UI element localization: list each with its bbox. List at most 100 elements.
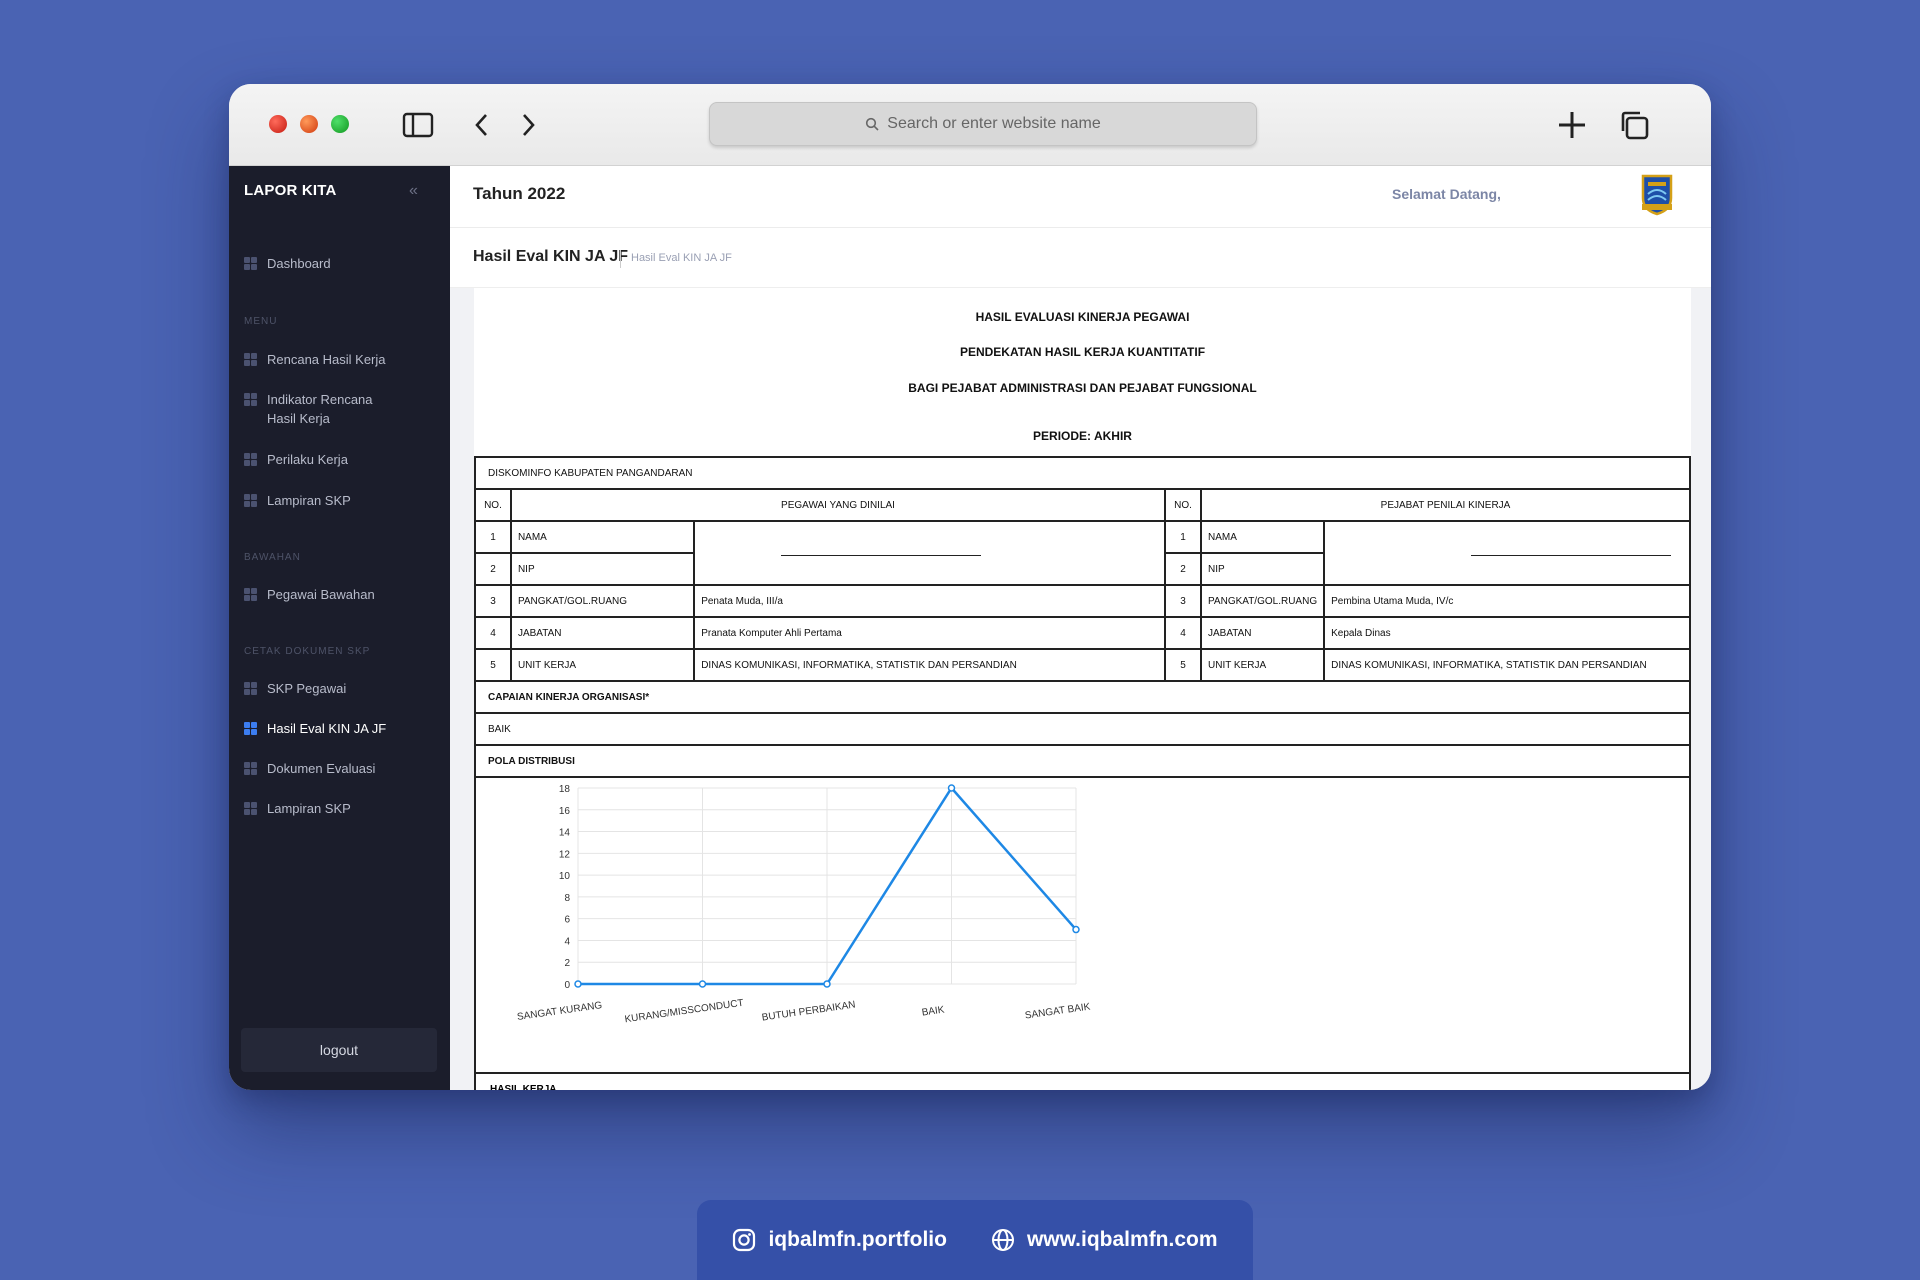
page-title: Hasil Eval KIN JA JF: [473, 248, 629, 265]
page-header: Hasil Eval KIN JA JF Hasil Eval KIN JA J…: [450, 228, 1711, 288]
regency-crest-icon[interactable]: [1640, 172, 1674, 216]
grid-icon: [244, 353, 257, 366]
address-bar[interactable]: Search or enter website name: [709, 102, 1257, 146]
row-label: JABATAN: [1199, 616, 1326, 650]
doc-title: HASIL EVALUASI KINERJA PEGAWAI: [975, 310, 1190, 324]
signature-line: [1471, 554, 1672, 556]
hasil-kerja-label: HASIL KERJA: [474, 1072, 1691, 1090]
row-no: 3: [1164, 584, 1202, 618]
row-value: Kepala Dinas: [1323, 616, 1691, 650]
website-url: www.iqbalmfn.com: [1026, 1228, 1218, 1251]
forward-arrow-icon[interactable]: [511, 108, 545, 142]
row-label: PANGKAT/GOL.RUANG: [509, 584, 696, 618]
evaluation-table: DISKOMINFO KABUPATEN PANGANDARAN NO. PEG…: [474, 456, 1691, 778]
distribution-chart-container: 0 2 4 6 8 10 12 14 16 18 SANGAT KURANG KURANG/MISSC…: [474, 772, 1691, 1072]
table-row: 4 JABATAN Pranata Komputer Ahli Pertama …: [474, 616, 1691, 650]
row-value: Pranata Komputer Ahli Pertama: [693, 616, 1167, 650]
grid-icon: [244, 762, 257, 775]
sidebar-item-hasil-eval[interactable]: Hasil Eval KIN JA JF: [244, 719, 444, 738]
row-label: UNIT KERJA: [509, 648, 696, 682]
grid-icon: [244, 393, 257, 406]
chart-x-tick-label: BAIK: [921, 1004, 945, 1018]
sidebar-item-label: Rencana Hasil Kerja: [267, 352, 386, 367]
row-value: DINAS KOMUNIKASI, INFORMATIKA, STATISTIK…: [1323, 648, 1691, 682]
sidebar-item-dokumen-evaluasi[interactable]: Dokumen Evaluasi: [244, 759, 444, 778]
chart-y-tick-label: 0: [564, 980, 570, 991]
year-label: Tahun 2022: [473, 184, 566, 203]
brand-logo: LAPOR KITA: [244, 182, 337, 199]
address-placeholder: Search or enter website name: [887, 115, 1101, 132]
row-no: 4: [1164, 616, 1202, 650]
sidebar-item-lampiran-skp-2[interactable]: Lampiran SKP: [244, 799, 444, 818]
doc-subtitle-2: BAGI PEJABAT ADMINISTRASI DAN PEJABAT FU…: [908, 381, 1257, 395]
chart-data-point: [698, 980, 707, 988]
col-pejabat: PEJABAT PENILAI KINERJA: [1200, 488, 1691, 522]
sidebar-item-dashboard[interactable]: Dashboard: [244, 254, 444, 273]
search-icon: [866, 117, 879, 131]
section-cetak-dokumen: CETAK DOKUMEN SKP: [244, 646, 371, 657]
chart-x-tick-label: KURANG/MISSCONDUCT: [624, 998, 744, 1026]
sidebar-item-perilaku-kerja[interactable]: Perilaku Kerja: [244, 450, 444, 469]
welcome-text: Selamat Datang,: [1392, 186, 1501, 202]
doc-subtitle: PENDEKATAN HASIL KERJA KUANTITATIF: [959, 345, 1206, 359]
sidebar-item-lampiran-skp[interactable]: Lampiran SKP: [244, 491, 444, 510]
row-label: NAMA: [509, 520, 696, 554]
minimize-window-button[interactable]: [300, 115, 318, 133]
instagram-link[interactable]: iqbalmfn.portfolio: [732, 1228, 947, 1252]
sidebar-item-skp-pegawai[interactable]: SKP Pegawai: [244, 679, 444, 698]
sidebar-item-label: Dokumen Evaluasi: [267, 761, 376, 776]
chart-data-point: [947, 784, 956, 792]
sidebar-item-pegawai-bawahan[interactable]: Pegawai Bawahan: [244, 585, 444, 604]
row-no: 2: [1164, 552, 1202, 586]
portfolio-footer: iqbalmfn.portfolio www.iqbalmfn.com: [697, 1200, 1253, 1280]
col-no: NO.: [474, 488, 512, 522]
row-no: 1: [1164, 520, 1202, 554]
top-bar: Tahun 2022 Selamat Datang,: [450, 166, 1711, 228]
sidebar-item-label: Hasil Eval KIN JA JF: [267, 721, 387, 736]
globe-icon: [991, 1229, 1014, 1251]
new-tab-icon[interactable]: [1555, 108, 1589, 142]
grid-icon: [244, 494, 257, 507]
website-link[interactable]: www.iqbalmfn.com: [991, 1228, 1218, 1252]
toggle-icon: [244, 257, 257, 270]
chart-y-tick-label: 18: [559, 784, 571, 795]
browser-toolbar: Search or enter website name: [229, 84, 1711, 166]
browser-window: Search or enter website name LAPOR KITA …: [229, 84, 1711, 1090]
tabs-overview-icon[interactable]: [1617, 108, 1651, 142]
collapse-sidebar-icon[interactable]: «: [409, 182, 418, 200]
sidebar-item-rencana-hasil-kerja[interactable]: Rencana Hasil Kerja: [244, 350, 444, 369]
row-value: DINAS KOMUNIKASI, INFORMATIKA, STATISTIK…: [693, 648, 1167, 682]
table-row: 5 UNIT KERJA DINAS KOMUNIKASI, INFORMATI…: [474, 648, 1691, 682]
sidebar: LAPOR KITA « Dashboard MENU Rencana Hasi…: [229, 166, 450, 1090]
org-name: DISKOMINFO KABUPATEN PANGANDARAN: [474, 456, 1691, 490]
sidebar-toggle-icon[interactable]: [401, 108, 435, 142]
logout-button[interactable]: logout: [241, 1028, 437, 1072]
row-value: Penata Muda, III/a: [693, 584, 1167, 618]
sidebar-item-label: SKP Pegawai: [267, 681, 347, 696]
nama-nip-value: [693, 520, 1167, 586]
grid-icon: [244, 722, 257, 735]
row-no: 2: [474, 552, 512, 586]
close-window-button[interactable]: [269, 115, 287, 133]
grid-icon: [244, 588, 257, 601]
sidebar-item-label: Lampiran SKP: [267, 493, 351, 508]
instagram-icon: [733, 1228, 756, 1252]
doc-periode: PERIODE: AKHIR: [1033, 429, 1132, 443]
back-arrow-icon[interactable]: [465, 108, 499, 142]
row-no: 1: [474, 520, 512, 554]
chart-y-tick-label: 12: [559, 849, 571, 860]
row-label: NIP: [509, 552, 696, 586]
maximize-window-button[interactable]: [331, 115, 349, 133]
col-pegawai: PEGAWAI YANG DINILAI: [509, 488, 1167, 522]
sidebar-item-indikator-rencana[interactable]: Indikator Rencana Hasil Kerja: [244, 390, 394, 428]
grid-icon: [244, 453, 257, 466]
chart-x-tick-label: SANGAT KURANG: [516, 1000, 603, 1023]
breadcrumb[interactable]: Hasil Eval KIN JA JF: [620, 250, 732, 268]
col-no-2: NO.: [1164, 488, 1202, 522]
chart-x-tick-label: BUTUH PERBAIKAN: [761, 1000, 856, 1024]
row-label: NIP: [1199, 552, 1326, 586]
chart-y-tick-label: 14: [559, 828, 571, 839]
grid-icon: [244, 682, 257, 695]
row-no: 5: [1164, 648, 1202, 682]
section-menu: MENU: [244, 316, 278, 327]
